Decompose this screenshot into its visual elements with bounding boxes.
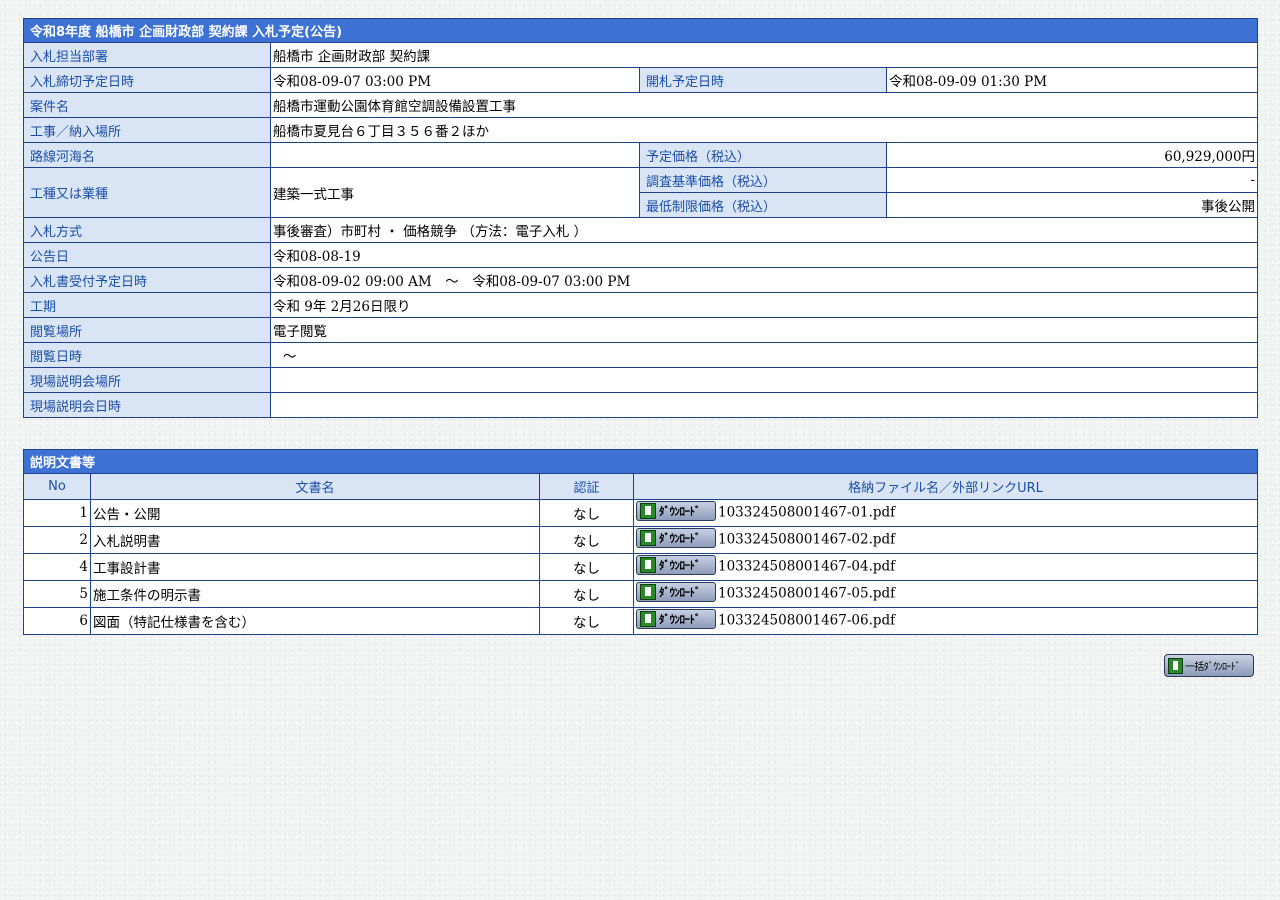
doc-auth: なし <box>539 526 634 554</box>
download-button-label: ﾀﾞｳﾝﾛｰﾄﾞ <box>659 532 701 545</box>
place-value: 船橋市夏見台６丁目３５６番２ほか <box>269 117 1259 143</box>
notice-title: 令和8年度 船橋市 企画財政部 契約課 入札予定(公告) <box>22 18 1259 43</box>
site-place-value <box>269 367 1259 393</box>
download-button[interactable]: ﾀﾞｳﾝﾛｰﾄﾞ <box>636 609 716 629</box>
download-button-label: ﾀﾞｳﾝﾛｰﾄﾞ <box>659 559 701 572</box>
survey-price-value: - <box>885 167 1259 193</box>
download-icon <box>640 503 656 519</box>
route-value <box>270 142 640 168</box>
doc-file-name: 103324508001467-02.pdf <box>718 531 896 548</box>
doc-no: 5 <box>23 580 91 608</box>
download-icon <box>1168 657 1183 674</box>
doc-auth: なし <box>539 499 634 527</box>
download-icon <box>640 584 656 600</box>
opening-label: 開札予定日時 <box>639 67 887 93</box>
announce-label: 公告日 <box>23 242 271 268</box>
dept-label: 入札担当部署 <box>23 42 271 68</box>
doc-no: 2 <box>23 526 91 554</box>
route-label: 路線河海名 <box>23 142 271 168</box>
period-label: 工期 <box>23 292 271 318</box>
doc-name: 公告・公開 <box>90 499 540 527</box>
doc-auth: なし <box>539 607 634 635</box>
documents-title: 説明文書等 <box>22 449 1259 474</box>
deadline-label: 入札締切予定日時 <box>23 67 271 93</box>
download-button-label: ﾀﾞｳﾝﾛｰﾄﾞ <box>659 586 701 599</box>
place-label: 工事／納入場所 <box>23 117 271 143</box>
documents-rows: 1 公告・公開 なし ﾀﾞｳﾝﾛｰﾄﾞ 103324508001467-01.pdf 2 入… <box>23 499 1259 635</box>
download-button-label: ﾀﾞｳﾝﾛｰﾄﾞ <box>659 613 701 626</box>
bulk-download-label: 一括ﾀﾞｳﾝﾛｰﾄﾞ <box>1185 662 1241 673</box>
planned-price-value: 60,929,000円 <box>885 142 1259 168</box>
doc-no: 1 <box>23 499 91 527</box>
site-date-label: 現場説明会日時 <box>23 392 271 418</box>
planned-price-label: 予定価格（税込） <box>639 142 887 168</box>
view-date-label: 閲覧日時 <box>23 342 271 368</box>
doc-name: 入札説明書 <box>90 526 540 554</box>
doc-file-name: 103324508001467-06.pdf <box>718 612 896 629</box>
method-value: 事後審査）市町村 ・ 価格競争 （方法：電子入札 ） <box>269 217 1259 243</box>
doc-no: 6 <box>23 607 91 635</box>
site-date-value <box>269 392 1259 418</box>
min-price-label: 最低制限価格（税込） <box>639 192 887 218</box>
notice-table: 令和8年度 船橋市 企画財政部 契約課 入札予定(公告) 入札担当部署 船橋市 … <box>22 18 1259 418</box>
doc-file-name: 103324508001467-04.pdf <box>718 558 896 575</box>
min-price-value: 事後公開 <box>885 192 1259 218</box>
download-button[interactable]: ﾀﾞｳﾝﾛｰﾄﾞ <box>636 528 716 548</box>
view-place-label: 閲覧場所 <box>23 317 271 343</box>
download-icon <box>640 611 656 627</box>
site-place-label: 現場説明会場所 <box>23 367 271 393</box>
doc-name: 図面（特記仕様書を含む） <box>90 607 540 635</box>
bulk-download-button[interactable]: 一括ﾀﾞｳﾝﾛｰﾄﾞ <box>1164 654 1254 677</box>
doc-file-cell: ﾀﾞｳﾝﾛｰﾄﾞ 103324508001467-01.pdf <box>632 499 1259 527</box>
doc-file-cell: ﾀﾞｳﾝﾛｰﾄﾞ 103324508001467-04.pdf <box>632 553 1259 581</box>
table-row: 1 公告・公開 なし ﾀﾞｳﾝﾛｰﾄﾞ 103324508001467-01.pdf <box>23 499 1259 527</box>
survey-price-label: 調査基準価格（税込） <box>639 167 887 193</box>
table-row: 6 図面（特記仕様書を含む） なし ﾀﾞｳﾝﾛｰﾄﾞ 103324508001467-0… <box>23 607 1259 635</box>
header-auth: 認証 <box>539 473 634 500</box>
deadline-value: 令和08-09-07 03:00 PM <box>270 67 640 93</box>
doc-name: 施工条件の明示書 <box>90 580 540 608</box>
table-row: 2 入札説明書 なし ﾀﾞｳﾝﾛｰﾄﾞ 103324508001467-02.pdf <box>23 526 1259 554</box>
download-button[interactable]: ﾀﾞｳﾝﾛｰﾄﾞ <box>636 582 716 602</box>
doc-file-name: 103324508001467-05.pdf <box>718 585 896 602</box>
download-icon <box>640 557 656 573</box>
doc-no: 4 <box>23 553 91 581</box>
download-icon <box>640 530 656 546</box>
case-value: 船橋市運動公園体育館空調設備設置工事 <box>269 92 1259 118</box>
type-label: 工種又は業種 <box>23 167 271 218</box>
doc-auth: なし <box>539 553 634 581</box>
header-doc-name: 文書名 <box>90 473 540 500</box>
opening-value: 令和08-09-09 01:30 PM <box>885 67 1259 93</box>
receipt-value: 令和08-09-02 09:00 AM ～ 令和08-09-07 03:00 P… <box>269 267 1259 293</box>
doc-file-cell: ﾀﾞｳﾝﾛｰﾄﾞ 103324508001467-05.pdf <box>632 580 1259 608</box>
dept-value: 船橋市 企画財政部 契約課 <box>269 42 1259 68</box>
receipt-label: 入札書受付予定日時 <box>23 267 271 293</box>
doc-file-cell: ﾀﾞｳﾝﾛｰﾄﾞ 103324508001467-02.pdf <box>632 526 1259 554</box>
download-button[interactable]: ﾀﾞｳﾝﾛｰﾄﾞ <box>636 501 716 521</box>
type-value: 建築一式工事 <box>270 167 640 218</box>
view-date-value: ～ <box>269 342 1259 368</box>
header-file: 格納ファイル名／外部リンクURL <box>632 473 1259 500</box>
announce-value: 令和08-08-19 <box>269 242 1259 268</box>
view-place-value: 電子閲覧 <box>269 317 1259 343</box>
table-row: 4 工事設計書 なし ﾀﾞｳﾝﾛｰﾄﾞ 103324508001467-04.pdf <box>23 553 1259 581</box>
doc-auth: なし <box>539 580 634 608</box>
doc-file-name: 103324508001467-01.pdf <box>718 504 896 521</box>
header-no: No <box>23 473 91 500</box>
case-label: 案件名 <box>23 92 271 118</box>
download-button[interactable]: ﾀﾞｳﾝﾛｰﾄﾞ <box>636 555 716 575</box>
method-label: 入札方式 <box>23 217 271 243</box>
download-button-label: ﾀﾞｳﾝﾛｰﾄﾞ <box>659 505 701 518</box>
period-value: 令和 9年 2月26日限り <box>269 292 1259 318</box>
doc-file-cell: ﾀﾞｳﾝﾛｰﾄﾞ 103324508001467-06.pdf <box>632 607 1259 635</box>
documents-table: 説明文書等 No 文書名 認証 格納ファイル名／外部リンクURL 1 公告・公開な… <box>22 449 1259 635</box>
doc-name: 工事設計書 <box>90 553 540 581</box>
table-row: 5 施工条件の明示書 なし ﾀﾞｳﾝﾛｰﾄﾞ 103324508001467-05.pd… <box>23 580 1259 608</box>
